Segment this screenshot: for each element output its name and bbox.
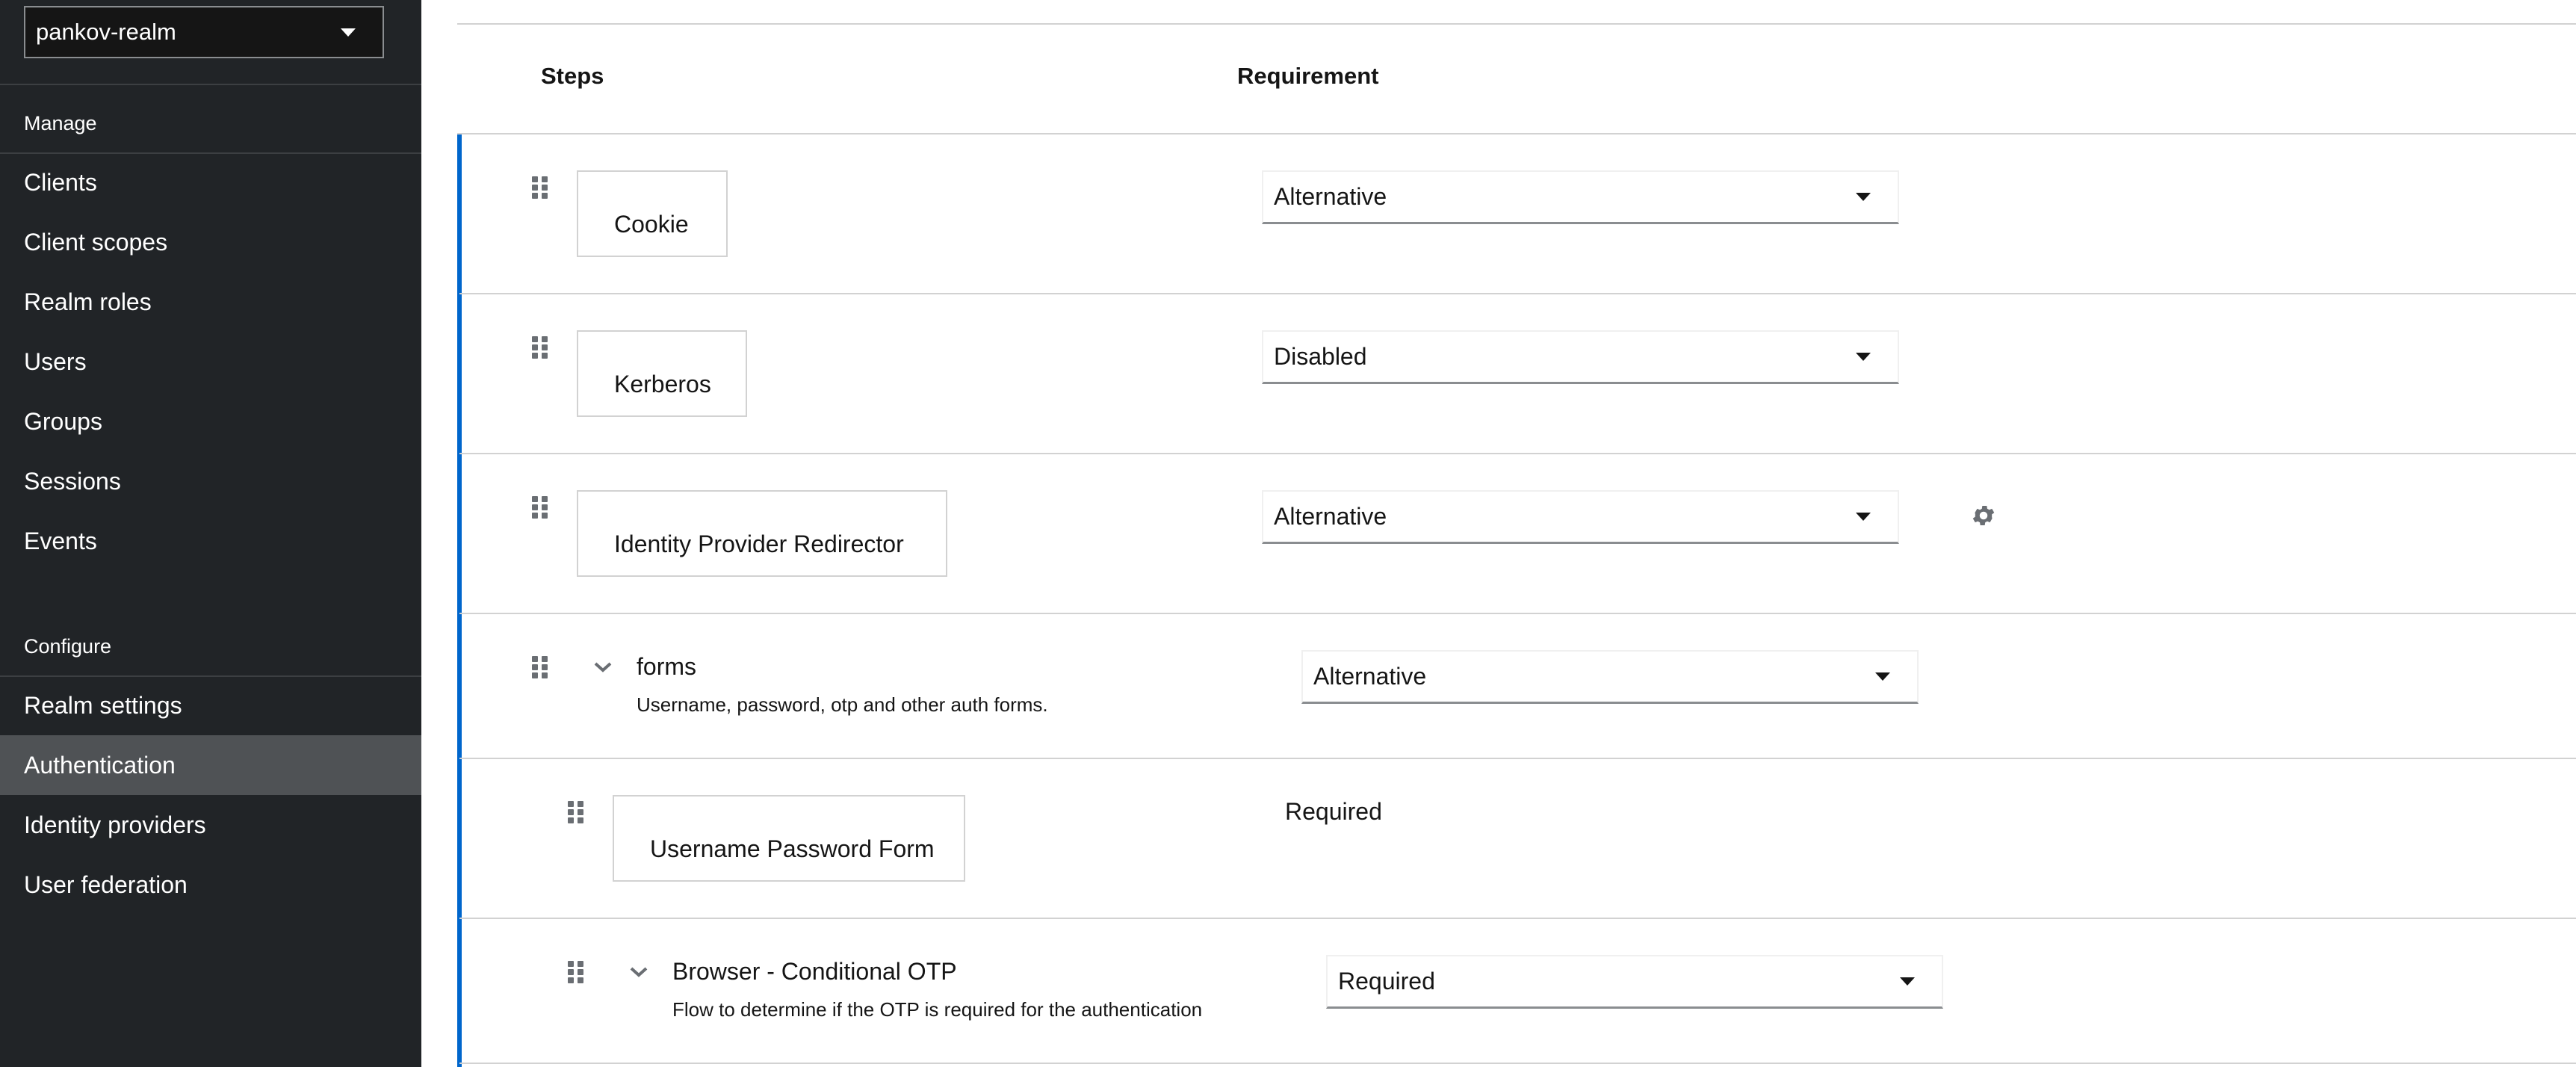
requirement-value: Alternative bbox=[1313, 663, 1427, 690]
requirement-select[interactable]: Alternative bbox=[1301, 650, 1919, 704]
divider bbox=[459, 918, 2576, 919]
sidebar-item-groups[interactable]: Groups bbox=[0, 392, 421, 451]
chevron-down-icon[interactable] bbox=[629, 965, 648, 979]
grip-vertical-icon[interactable] bbox=[532, 176, 548, 199]
grip-vertical-icon[interactable] bbox=[532, 656, 548, 678]
step-name: Cookie bbox=[577, 170, 728, 257]
flow-name: forms bbox=[637, 653, 696, 680]
sidebar-item-clients[interactable]: Clients bbox=[0, 152, 421, 212]
sidebar-divider bbox=[0, 84, 421, 85]
caret-down-icon bbox=[1875, 672, 1890, 681]
flow-description: Username, password, otp and other auth f… bbox=[637, 693, 1048, 716]
divider bbox=[459, 453, 2576, 454]
requirement-value: Alternative bbox=[1274, 183, 1387, 210]
step-name: Identity Provider Redirector bbox=[577, 490, 947, 577]
flow-description: Flow to determine if the OTP is required… bbox=[672, 998, 1203, 1021]
sidebar-item-identity-providers[interactable]: Identity providers bbox=[0, 795, 421, 855]
sidebar-item-users[interactable]: Users bbox=[0, 332, 421, 392]
sidebar-item-authentication[interactable]: Authentication bbox=[0, 735, 421, 795]
sidebar-item-events[interactable]: Events bbox=[0, 511, 421, 571]
requirement-select[interactable]: Alternative bbox=[1262, 490, 1899, 544]
sidebar: pankov-realm Manage Clients Client scope… bbox=[0, 0, 421, 1067]
requirement-value: Alternative bbox=[1274, 503, 1387, 530]
caret-down-icon bbox=[1856, 193, 1871, 201]
step-name: Kerberos bbox=[577, 330, 747, 417]
requirement-select[interactable]: Required bbox=[1326, 955, 1943, 1009]
configure-heading: Configure bbox=[24, 635, 112, 658]
requirement-value: Required bbox=[1285, 798, 1382, 825]
caret-down-icon bbox=[1900, 977, 1915, 986]
sidebar-item-user-federation[interactable]: User federation bbox=[0, 855, 421, 915]
manage-heading: Manage bbox=[24, 112, 97, 134]
realm-name: pankov-realm bbox=[36, 19, 176, 45]
caret-down-icon bbox=[341, 28, 356, 37]
column-header-steps: Steps bbox=[541, 63, 604, 89]
grip-vertical-icon[interactable] bbox=[568, 801, 584, 823]
chevron-down-icon[interactable] bbox=[593, 661, 613, 674]
flow-table: Steps Requirement Cookie Alternative Ker… bbox=[421, 0, 2576, 1067]
grip-vertical-icon[interactable] bbox=[532, 336, 548, 359]
grip-vertical-icon[interactable] bbox=[568, 961, 584, 983]
divider bbox=[459, 293, 2576, 294]
divider bbox=[459, 1063, 2576, 1064]
grip-vertical-icon[interactable] bbox=[532, 496, 548, 519]
gear-icon[interactable] bbox=[1970, 502, 1997, 529]
flow-name: Browser - Conditional OTP bbox=[672, 958, 957, 985]
requirement-select[interactable]: Alternative bbox=[1262, 170, 1899, 224]
column-header-requirement: Requirement bbox=[1237, 63, 1379, 89]
sidebar-item-sessions[interactable]: Sessions bbox=[0, 451, 421, 511]
requirement-value: Required bbox=[1338, 968, 1435, 995]
divider bbox=[459, 758, 2576, 759]
caret-down-icon bbox=[1856, 353, 1871, 361]
divider bbox=[457, 133, 2576, 134]
requirement-select[interactable]: Disabled bbox=[1262, 330, 1899, 384]
divider bbox=[457, 23, 2576, 25]
divider bbox=[459, 613, 2576, 614]
flow-accent-bar bbox=[457, 134, 462, 1067]
sidebar-item-realm-settings[interactable]: Realm settings bbox=[0, 675, 421, 735]
sidebar-item-realm-roles[interactable]: Realm roles bbox=[0, 272, 421, 332]
requirement-value: Disabled bbox=[1274, 343, 1367, 370]
realm-selector[interactable]: pankov-realm bbox=[24, 6, 384, 58]
caret-down-icon bbox=[1856, 513, 1871, 521]
sidebar-item-client-scopes[interactable]: Client scopes bbox=[0, 212, 421, 272]
step-name: Username Password Form bbox=[613, 795, 965, 882]
